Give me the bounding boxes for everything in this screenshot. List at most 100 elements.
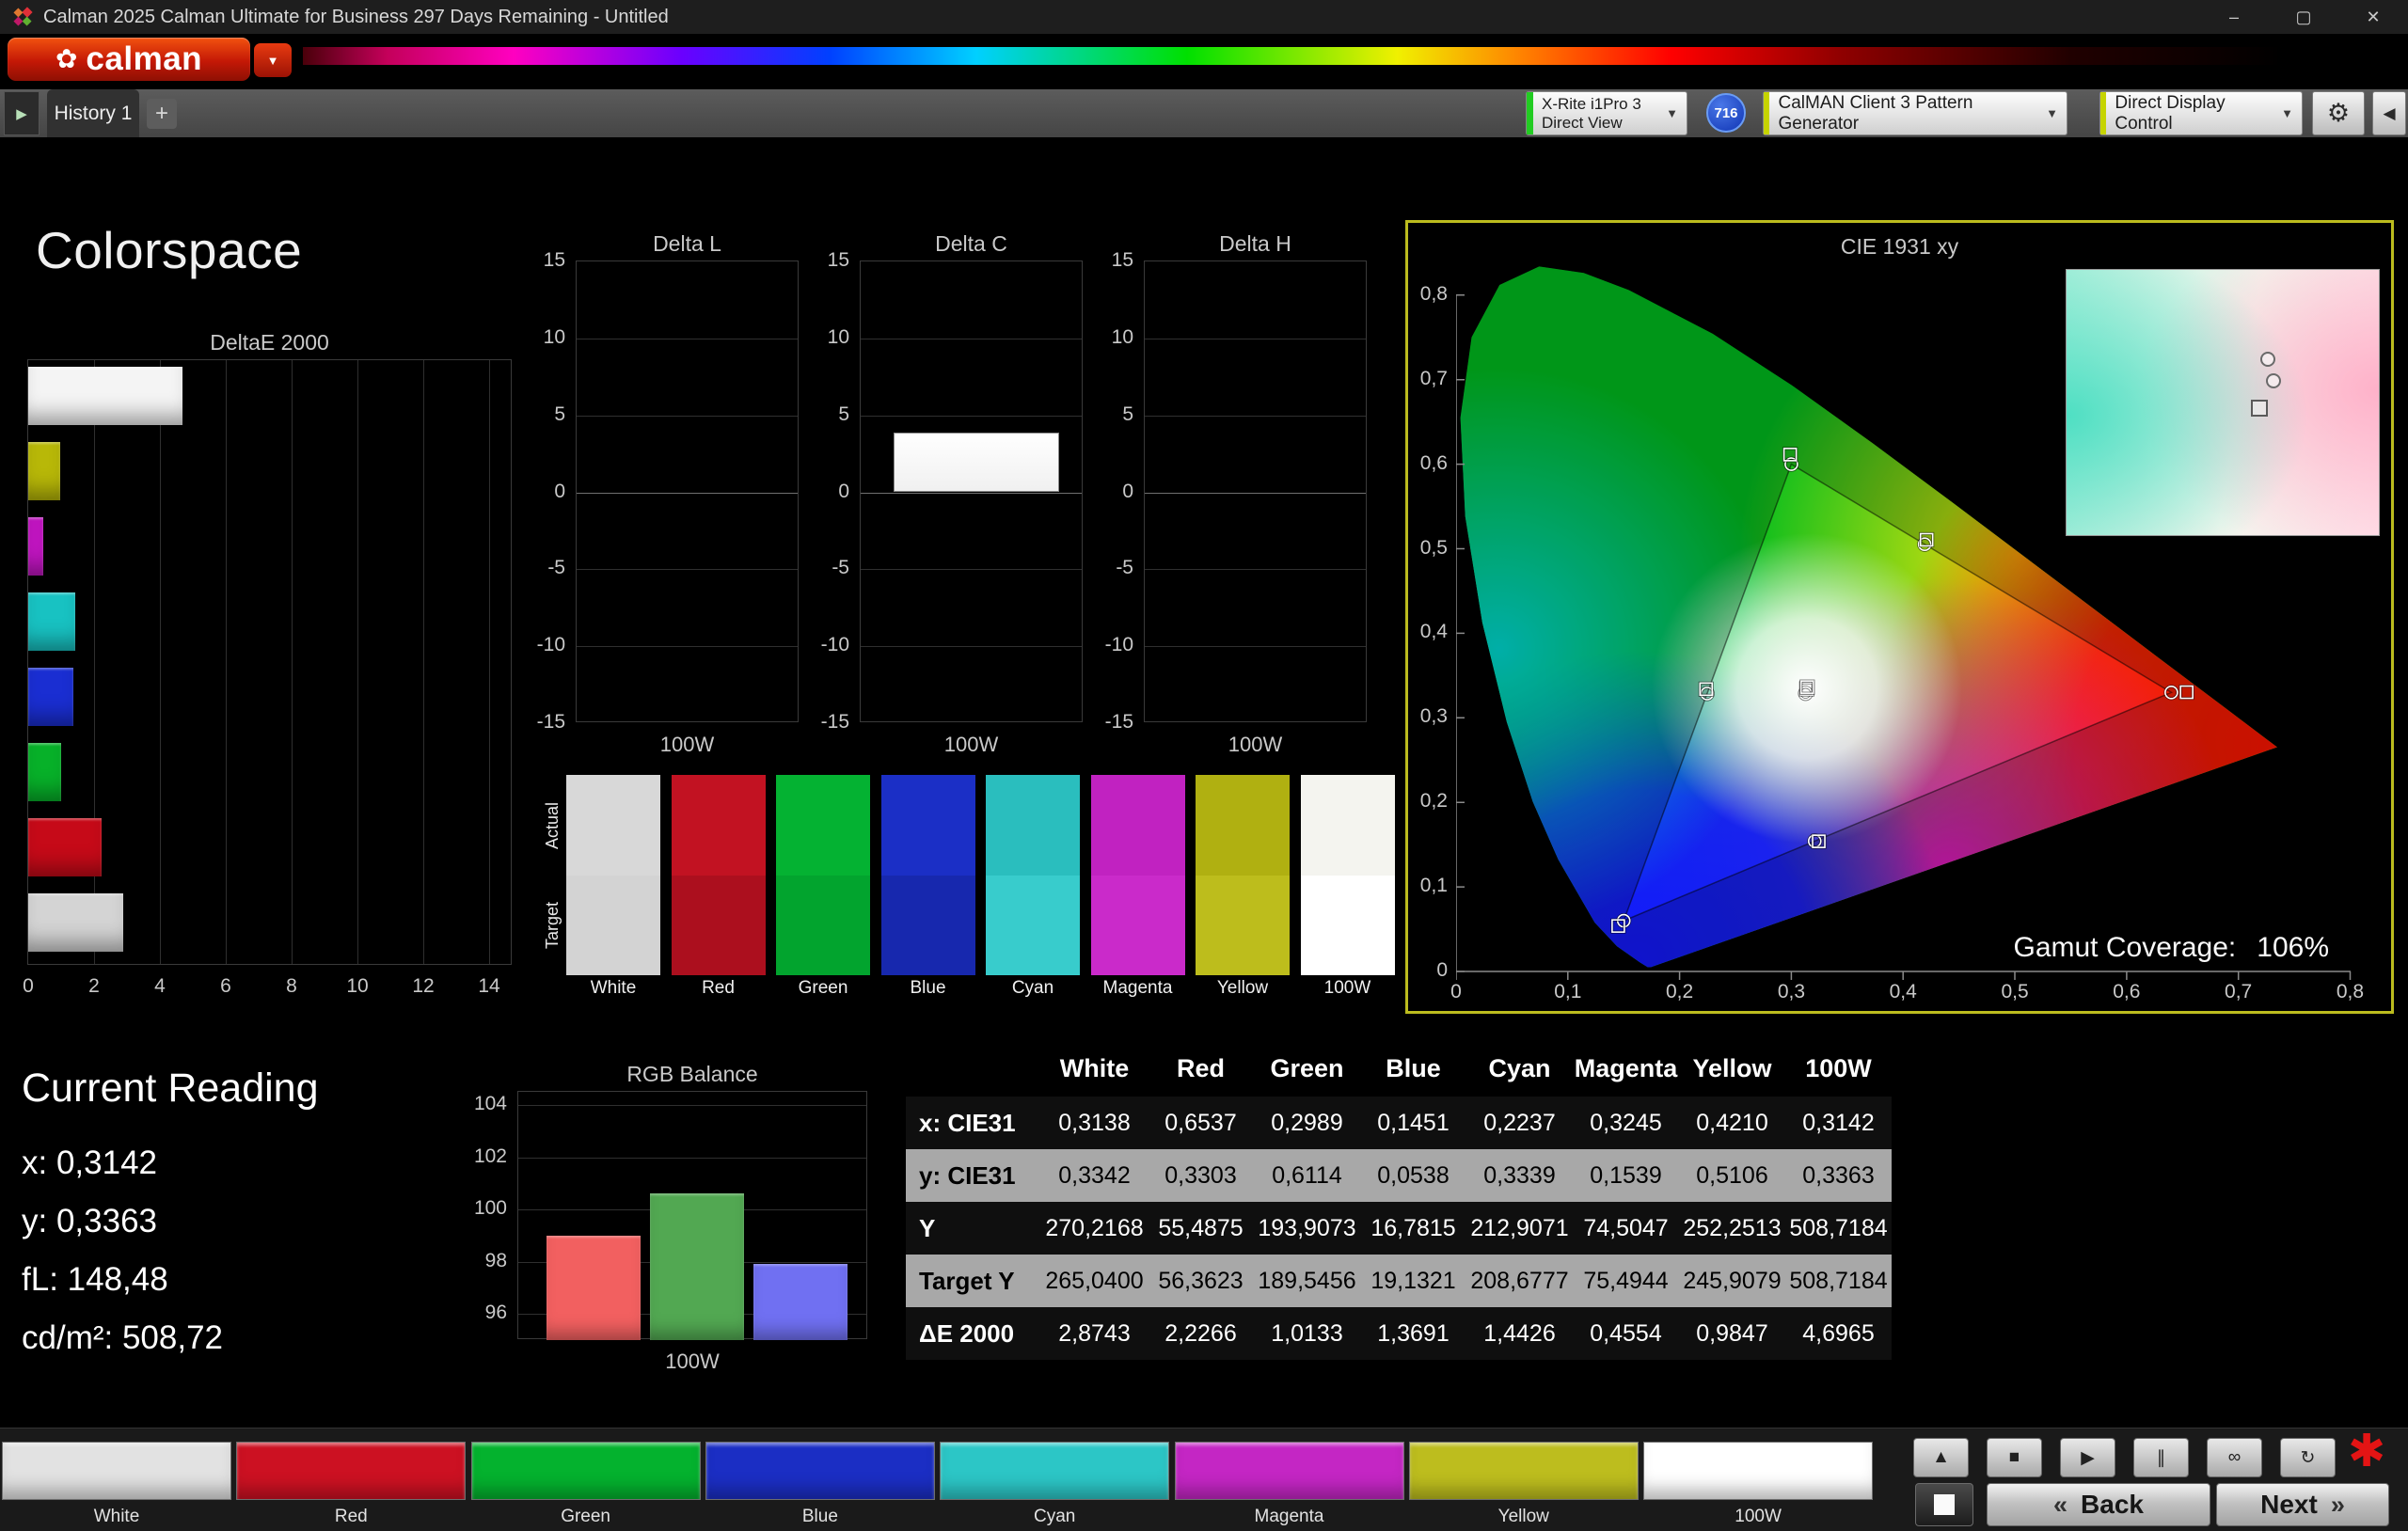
- window-titlebar: Calman 2025 Calman Ultimate for Business…: [0, 0, 2408, 34]
- reading-fl: fL: 148,48: [22, 1261, 168, 1298]
- zero-axis-line: [861, 492, 1082, 494]
- gridline: [489, 360, 490, 964]
- cie-ytick: 0: [1436, 959, 1448, 981]
- add-tab-button[interactable]: +: [147, 99, 177, 129]
- pattern-button-green[interactable]: Green: [470, 1442, 701, 1527]
- delta-c-ytick: -15: [820, 711, 849, 733]
- pattern-button-magenta[interactable]: Magenta: [1174, 1442, 1404, 1527]
- eject-button[interactable]: ▲: [1913, 1438, 1969, 1477]
- swatch-actual-100w: [1300, 775, 1395, 876]
- table-cell: 270,2168: [1041, 1202, 1148, 1255]
- rainbow-stripe: [303, 47, 2408, 65]
- minimize-button[interactable]: –: [2199, 0, 2269, 34]
- pattern-button-100w[interactable]: 100W: [1643, 1442, 1874, 1527]
- table-header-white: White: [1059, 1054, 1130, 1082]
- table-cell: 0,0538: [1360, 1149, 1466, 1202]
- pattern-window-button[interactable]: [1915, 1483, 1973, 1526]
- swatch-label-magenta: Magenta: [1102, 978, 1173, 998]
- play-button[interactable]: ▶: [2060, 1438, 2115, 1477]
- deltae-bar-red: [28, 818, 102, 876]
- pause-button[interactable]: ∥: [2133, 1438, 2189, 1477]
- swatch-label-green: Green: [798, 978, 848, 998]
- pattern-button-white[interactable]: White: [2, 1442, 231, 1527]
- gridline: [861, 646, 1082, 648]
- table-header-100w: 100W: [1805, 1054, 1872, 1082]
- cie-xtick: 0,4: [1889, 981, 1917, 1002]
- table-header-magenta: Magenta: [1574, 1054, 1678, 1082]
- back-button[interactable]: « Back: [1987, 1483, 2210, 1526]
- loop-icon: ∞: [2227, 1447, 2242, 1467]
- table-cell: 1,4426: [1466, 1307, 1573, 1360]
- close-button[interactable]: ✕: [2338, 0, 2408, 34]
- rgb-ytick: 104: [473, 1093, 507, 1114]
- display-control-dropdown[interactable]: Direct Display Control ▼: [2099, 91, 2303, 135]
- delta-l-ytick: -15: [536, 711, 565, 733]
- gridline: [577, 646, 798, 648]
- table-header-blue: Blue: [1386, 1054, 1441, 1082]
- swatch-target-blue: [880, 876, 975, 975]
- loop-button[interactable]: ∞: [2207, 1438, 2262, 1477]
- rgb-bar-blue: [753, 1264, 848, 1340]
- logo-dropdown-button[interactable]: ▼: [254, 43, 292, 77]
- table-cell: 16,7815: [1360, 1202, 1466, 1255]
- delta-h-title: Delta H: [1219, 231, 1291, 256]
- deltae-xtick: 0: [23, 975, 34, 997]
- swatch-target-100w: [1300, 876, 1395, 975]
- swatch-actual-blue: [880, 775, 975, 876]
- table-cell: 0,3245: [1573, 1097, 1679, 1149]
- delta-h-ytick: 0: [1122, 480, 1133, 502]
- gridline: [518, 1105, 866, 1106]
- meter-count-badge[interactable]: 716: [1706, 93, 1746, 133]
- deltae-xtick: 12: [412, 975, 435, 997]
- cie-xtick: 0,8: [2336, 981, 2365, 1002]
- cie-xtick: 0,7: [2225, 981, 2253, 1002]
- swatch-target-magenta: [1090, 876, 1185, 975]
- reading-y: y: 0,3363: [22, 1203, 157, 1239]
- deltae-bar-100w: [28, 367, 182, 425]
- table-header-cyan: Cyan: [1488, 1054, 1551, 1082]
- table-header-red: Red: [1176, 1054, 1225, 1082]
- rgb-balance-xlabel: 100W: [665, 1349, 720, 1373]
- stop-button[interactable]: ■: [1987, 1438, 2042, 1477]
- pattern-button-label: 100W: [1735, 1507, 1782, 1526]
- gridline: [357, 360, 358, 964]
- delta-l-ytick: 5: [554, 402, 565, 425]
- pattern-button-blue[interactable]: Blue: [705, 1442, 935, 1527]
- table-row-label-y-cie31: y: CIE31: [906, 1149, 1041, 1202]
- reading-cdm2: cd/m²: 508,72: [22, 1319, 223, 1356]
- cie-xtick: 0: [1450, 981, 1462, 1002]
- meter-labels: X-Rite i1Pro 3 Direct View: [1542, 95, 1641, 133]
- table-cell: 55,4875: [1148, 1202, 1254, 1255]
- tab-history-1[interactable]: History 1: [47, 89, 139, 137]
- collapse-toolbar-button[interactable]: ◀: [2372, 91, 2406, 135]
- settings-button[interactable]: ⚙: [2312, 91, 2365, 135]
- next-button[interactable]: Next »: [2216, 1483, 2389, 1526]
- cie-ytick: 0,6: [1419, 451, 1448, 474]
- zero-axis-line: [1145, 492, 1366, 494]
- table-cell: 0,4210: [1679, 1097, 1785, 1149]
- pattern-generator-status-stripe: [1764, 92, 1770, 134]
- table-cell: 208,6777: [1466, 1255, 1573, 1307]
- pattern-button-yellow[interactable]: Yellow: [1408, 1442, 1639, 1527]
- gridline: [1145, 415, 1366, 417]
- swatch-target-white: [566, 876, 660, 975]
- table-cell: 0,3363: [1785, 1149, 1892, 1202]
- table-cell: 0,1451: [1360, 1097, 1466, 1149]
- panel-expand-button[interactable]: ▶: [4, 91, 40, 135]
- pattern-button-red[interactable]: Red: [236, 1442, 467, 1527]
- refresh-button[interactable]: ↻: [2280, 1438, 2336, 1477]
- cie-xtick: 0,2: [1666, 981, 1694, 1002]
- chevron-down-icon: ▼: [2281, 106, 2293, 120]
- table-cell: 0,3342: [1041, 1149, 1148, 1202]
- pattern-button-cyan[interactable]: Cyan: [940, 1442, 1170, 1527]
- table-cell: 265,0400: [1041, 1255, 1148, 1307]
- table-cell: 1,3691: [1360, 1307, 1466, 1360]
- maximize-button[interactable]: ▢: [2269, 0, 2338, 34]
- pattern-generator-dropdown[interactable]: CalMAN Client 3 Pattern Generator ▼: [1763, 91, 2067, 135]
- meter-dropdown[interactable]: X-Rite i1Pro 3 Direct View ▼: [1526, 91, 1687, 135]
- calman-logo-button[interactable]: ✿ calman: [8, 38, 250, 81]
- delta-h-ytick: -15: [1104, 711, 1133, 733]
- expand-arrow-icon: ▶: [16, 105, 27, 122]
- deltae-bar-white: [28, 893, 123, 952]
- app-icon: [13, 7, 33, 26]
